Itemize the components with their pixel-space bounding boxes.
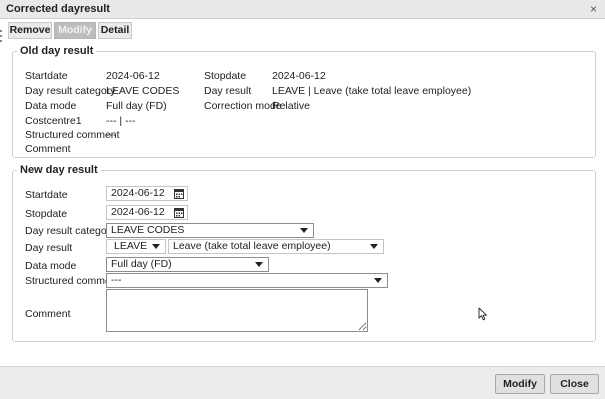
old-startdate-value: 2024-06-12 xyxy=(106,70,160,82)
tab-remove[interactable]: Remove xyxy=(8,22,52,39)
old-costcentre-label: Costcentre1 xyxy=(25,115,82,127)
old-category-label: Day result category xyxy=(25,85,116,97)
old-stopdate-value: 2024-06-12 xyxy=(272,70,326,82)
old-correction-label: Correction mode xyxy=(204,100,282,112)
new-category-label: Day result category xyxy=(25,225,116,237)
modify-button[interactable]: Modify xyxy=(495,374,545,394)
stopdate-value: 2024-06-12 xyxy=(111,206,165,218)
old-startdate-label: Startdate xyxy=(25,70,68,82)
close-button[interactable]: Close xyxy=(550,374,599,394)
resize-handle-icon[interactable] xyxy=(0,28,2,58)
data-mode-value: Full day (FD) xyxy=(111,258,172,270)
calendar-icon[interactable] xyxy=(174,188,184,199)
new-startdate-label: Startdate xyxy=(25,189,68,201)
new-day-result-legend: New day result xyxy=(20,164,98,176)
day-result-code-value: LEAVE xyxy=(114,240,148,252)
startdate-value: 2024-06-12 xyxy=(111,187,165,199)
dialog-footer: Modify Close xyxy=(0,366,605,399)
data-mode-select[interactable]: Full day (FD) xyxy=(106,257,269,272)
stopdate-input[interactable]: 2024-06-12 xyxy=(106,205,188,220)
old-dayresult-label: Day result xyxy=(204,85,252,97)
dialog-titlebar: Corrected dayresult × xyxy=(0,0,605,19)
old-dayresult-value: LEAVE | Leave (take total leave employee… xyxy=(272,85,472,97)
old-datamode-label: Data mode xyxy=(25,100,77,112)
tab-detail[interactable]: Detail xyxy=(98,22,132,39)
calendar-icon[interactable] xyxy=(174,207,184,218)
new-comment-label: Comment xyxy=(25,308,71,320)
close-icon[interactable]: × xyxy=(590,2,597,16)
day-result-description-select[interactable]: Leave (take total leave employee) xyxy=(168,239,384,254)
structured-comment-value: --- xyxy=(111,274,122,286)
structured-comment-select[interactable]: --- xyxy=(106,273,388,288)
old-day-result-legend: Old day result xyxy=(20,45,94,57)
old-category-value: LEAVE CODES xyxy=(106,85,180,97)
mouse-cursor-icon xyxy=(478,307,487,321)
new-dayresult-label: Day result xyxy=(25,242,73,254)
day-result-category-value: LEAVE CODES xyxy=(111,224,185,236)
day-result-description-value: Leave (take total leave employee) xyxy=(173,240,331,252)
old-costcentre-value: --- | --- xyxy=(106,115,136,127)
day-result-code-select[interactable]: LEAVE xyxy=(106,239,166,254)
dialog-title: Corrected dayresult xyxy=(6,3,110,15)
old-correction-value: Relative xyxy=(272,100,310,112)
new-datamode-label: Data mode xyxy=(25,260,77,272)
old-comment-label: Comment xyxy=(25,143,71,155)
new-stopdate-label: Stopdate xyxy=(25,208,68,220)
day-result-category-select[interactable]: LEAVE CODES xyxy=(106,223,314,238)
old-stopdate-label: Stopdate xyxy=(204,70,247,82)
startdate-input[interactable]: 2024-06-12 xyxy=(106,186,188,201)
comment-textarea[interactable] xyxy=(106,289,368,332)
old-datamode-value: Full day (FD) xyxy=(106,100,167,112)
old-structured-comment-value: --- xyxy=(106,129,117,141)
tab-modify[interactable]: Modify xyxy=(54,22,96,39)
